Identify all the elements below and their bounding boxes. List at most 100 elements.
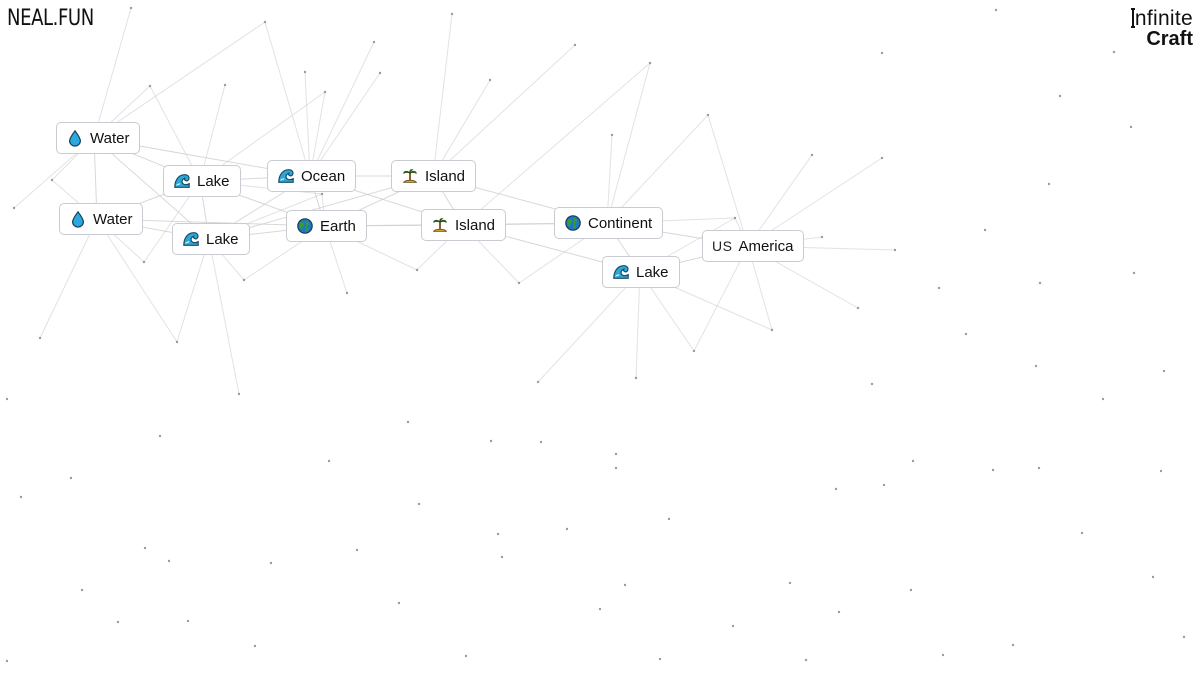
background-dot: [804, 658, 808, 662]
brand-title-line2: Craft: [1146, 28, 1193, 50]
background-dot: [658, 657, 662, 661]
connection-line: [264, 21, 311, 177]
item-island[interactable]: Island: [421, 209, 507, 241]
background-dot: [991, 468, 995, 472]
background-dot: [12, 206, 16, 210]
background-dot: [834, 487, 838, 491]
item-earth[interactable]: Earth: [286, 210, 367, 242]
background-dot: [1101, 397, 1105, 401]
background-dot: [1182, 635, 1186, 639]
background-dot: [5, 397, 9, 401]
background-dot: [1058, 94, 1062, 98]
item-label: Island: [455, 216, 496, 234]
background-dot: [345, 291, 349, 295]
background-dot: [1129, 125, 1133, 129]
item-ocean[interactable]: Ocean: [267, 160, 357, 192]
background-dot: [517, 281, 521, 285]
background-dot: [648, 61, 652, 65]
item-water[interactable]: Water: [56, 122, 141, 154]
item-island[interactable]: Island: [391, 160, 477, 192]
background-dot: [464, 654, 468, 658]
item-label: America: [738, 237, 794, 255]
background-dot: [692, 349, 696, 353]
background-dot: [964, 332, 968, 336]
item-water[interactable]: Water: [59, 203, 144, 235]
background-dot: [837, 610, 841, 614]
background-dot: [489, 439, 493, 443]
background-dot: [882, 483, 886, 487]
globe-icon: [564, 214, 582, 232]
background-dot: [788, 581, 792, 585]
background-dot: [397, 601, 401, 605]
background-dot: [623, 583, 627, 587]
background-dot: [1162, 369, 1166, 373]
background-dot: [893, 248, 897, 252]
item-lake[interactable]: Lake: [602, 256, 680, 288]
background-dot: [1112, 50, 1116, 54]
connection-line: [606, 62, 651, 224]
background-dot: [148, 84, 152, 88]
item-label: Ocean: [301, 167, 346, 185]
background-dot: [19, 495, 23, 499]
item-america[interactable]: US America: [702, 230, 805, 262]
background-dot: [406, 420, 410, 424]
connection-line: [707, 114, 749, 247]
neal-fun-logo[interactable]: NEAL.FUN: [7, 6, 94, 31]
background-dot: [909, 588, 913, 592]
background-dot: [870, 382, 874, 386]
background-dot: [116, 620, 120, 624]
background-dot: [539, 440, 543, 444]
background-dot: [1038, 281, 1042, 285]
background-dot: [1080, 531, 1084, 535]
background-dot: [614, 452, 618, 456]
background-dot: [378, 71, 382, 75]
wave-icon: [173, 172, 191, 190]
background-dot: [80, 588, 84, 592]
background-dot: [731, 624, 735, 628]
background-graph: [5, 6, 1186, 663]
wave-icon: [277, 167, 295, 185]
background-dot: [983, 228, 987, 232]
brand-title-line1: nfinite: [1134, 7, 1193, 30]
background-dot: [1132, 271, 1136, 275]
background-dot: [129, 6, 133, 10]
item-lake[interactable]: Lake: [172, 223, 250, 255]
wave-icon: [182, 230, 200, 248]
background-dot: [167, 559, 171, 563]
background-dot: [565, 527, 569, 531]
background-dot: [253, 644, 257, 648]
item-continent[interactable]: Continent: [554, 207, 664, 239]
background-dot: [450, 12, 454, 16]
background-dot: [50, 178, 54, 182]
item-label: Earth: [320, 217, 356, 235]
item-label: Island: [425, 167, 466, 185]
background-dot: [1151, 575, 1155, 579]
background-dot: [320, 192, 324, 196]
craft-canvas[interactable]: NEAL.FUN nfinite Craft Water Water Lake …: [0, 0, 1200, 675]
connection-line: [39, 218, 98, 339]
background-dot: [417, 502, 421, 506]
background-dot: [415, 268, 419, 272]
item-label: Lake: [197, 172, 230, 190]
background-dot: [263, 20, 267, 24]
background-dot: [143, 546, 147, 550]
background-dot: [1047, 182, 1051, 186]
globe-icon: [296, 217, 314, 235]
background-dot: [1159, 469, 1163, 473]
background-dot: [186, 619, 190, 623]
connection-line: [208, 238, 240, 395]
palm-island-icon: [401, 167, 419, 185]
background-dot: [573, 43, 577, 47]
connection-line: [537, 271, 641, 383]
us-flag-icon: US: [712, 238, 733, 254]
item-lake[interactable]: Lake: [163, 165, 241, 197]
background-dot: [303, 70, 307, 74]
background-dot: [880, 156, 884, 160]
connection-line: [309, 41, 375, 177]
background-dot: [500, 555, 504, 559]
background-dot: [598, 607, 602, 611]
background-dot: [937, 286, 941, 290]
background-dot: [1034, 364, 1038, 368]
background-dot: [323, 90, 327, 94]
item-label: Continent: [588, 214, 653, 232]
